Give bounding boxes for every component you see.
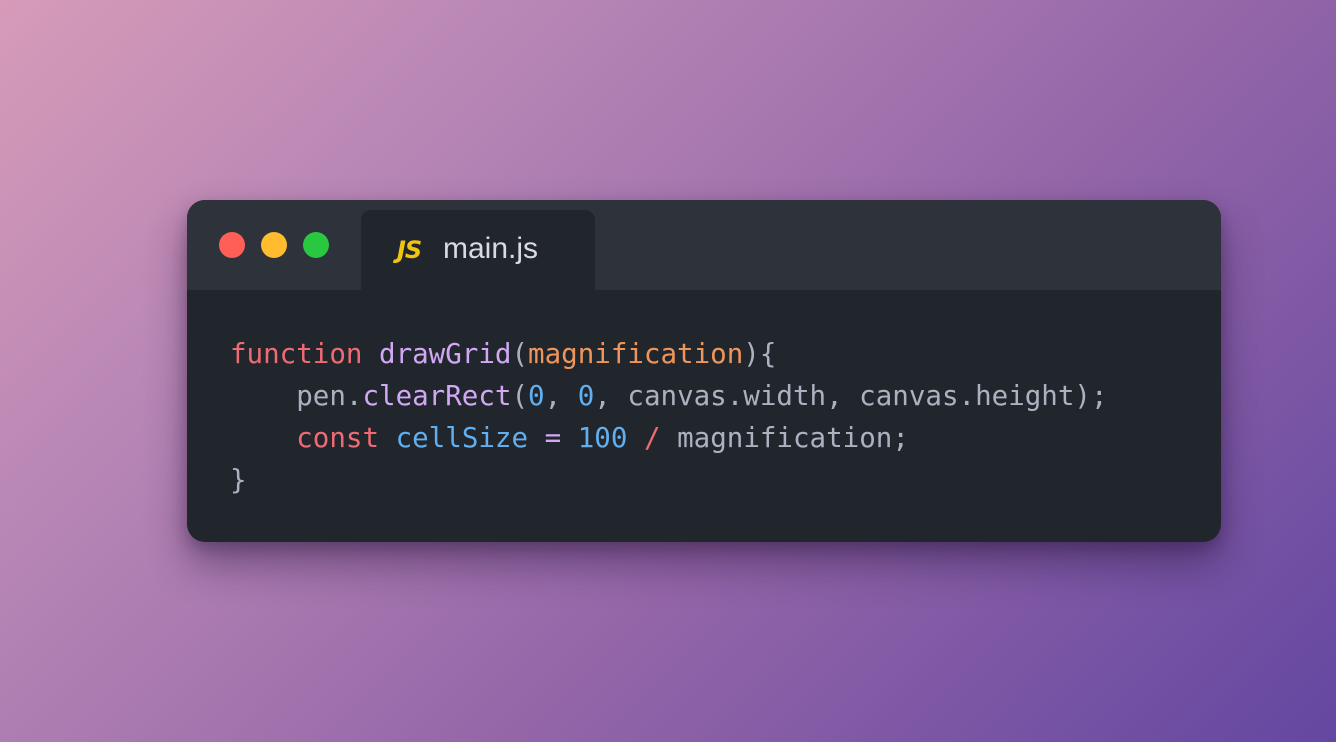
code-token: , canvas.width, canvas.height); (594, 380, 1108, 412)
code-token: magnification; (660, 422, 909, 454)
code-line: pen.clearRect(0, 0, canvas.width, canvas… (230, 375, 1108, 417)
code-token: magnification (528, 338, 744, 370)
code-token: } (230, 464, 247, 496)
title-bar: JS main.js (187, 200, 1221, 290)
code-token: ( (511, 380, 529, 412)
code-line: function drawGrid(magnification){ (230, 333, 1108, 375)
close-button[interactable] (219, 232, 245, 258)
code-token: function (230, 338, 363, 370)
code-token: pen. (230, 380, 363, 412)
code-line: } (230, 459, 1108, 501)
tab-main-js[interactable]: JS main.js (361, 210, 595, 290)
code-token: ){ (743, 338, 777, 370)
code-token: clearRect (362, 380, 512, 412)
code-token: 100 (577, 422, 628, 454)
code-token: const (296, 422, 380, 454)
code-token: 0 (577, 380, 595, 412)
code-token: , (544, 380, 578, 412)
code-token: = (544, 422, 562, 454)
maximize-button[interactable] (303, 232, 329, 258)
code-editor[interactable]: function drawGrid(magnification){ pen.cl… (230, 333, 1108, 501)
code-token: / (643, 422, 661, 454)
javascript-file-icon: JS (397, 236, 422, 264)
code-token: ( (511, 338, 529, 370)
code-window: JS main.js function drawGrid(magnificati… (187, 200, 1221, 542)
code-token: drawGrid (379, 338, 512, 370)
code-line: const cellSize = 100 / magnification; (230, 417, 1108, 459)
code-token: 0 (528, 380, 545, 412)
minimize-button[interactable] (261, 232, 287, 258)
tab-label: main.js (443, 232, 539, 265)
code-token: cellSize (395, 422, 529, 454)
